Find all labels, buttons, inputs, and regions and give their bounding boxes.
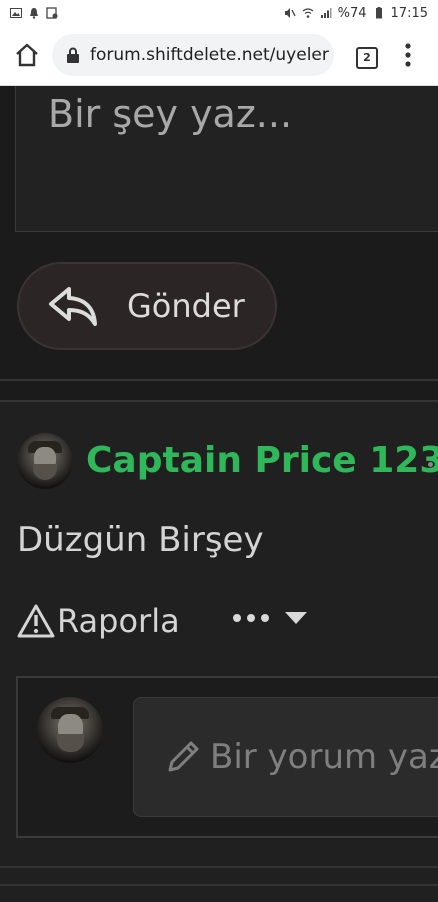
comment-input[interactable]: Bir yorum yaz... bbox=[133, 697, 438, 817]
author-name-link[interactable]: Captain Price 123 bbox=[86, 440, 438, 481]
author-avatar[interactable] bbox=[17, 433, 73, 489]
battery-percent: %74 bbox=[337, 5, 367, 21]
post-content: Düzgün Birşey bbox=[17, 520, 264, 560]
clock: 17:15 bbox=[390, 5, 428, 21]
calendar-icon bbox=[46, 7, 58, 19]
message-placeholder: Bir şey yaz... bbox=[48, 92, 293, 136]
battery-icon bbox=[375, 7, 382, 19]
status-notifications bbox=[10, 7, 58, 19]
address-bar[interactable]: forum.shiftdelete.net/uyeler bbox=[52, 34, 334, 76]
more-options-menu[interactable] bbox=[233, 612, 307, 624]
report-label: Raporla bbox=[57, 602, 180, 640]
home-icon[interactable] bbox=[14, 42, 40, 68]
section-divider bbox=[0, 866, 438, 868]
section-divider bbox=[0, 379, 438, 381]
reply-icon bbox=[49, 287, 97, 326]
chevron-down-icon bbox=[285, 612, 307, 624]
next-post bbox=[0, 884, 438, 902]
lock-icon bbox=[67, 47, 79, 63]
more-dot bbox=[261, 614, 269, 622]
image-notification-icon bbox=[10, 8, 22, 18]
separator-dot bbox=[428, 462, 433, 467]
current-user-avatar[interactable] bbox=[37, 697, 103, 763]
message-editor[interactable]: Bir şey yaz... bbox=[15, 86, 438, 232]
pencil-icon bbox=[168, 741, 199, 772]
more-dot bbox=[247, 614, 255, 622]
send-button[interactable]: Gönder bbox=[17, 262, 277, 350]
report-link[interactable]: Raporla bbox=[17, 602, 180, 640]
mute-icon bbox=[284, 8, 296, 18]
status-bar: %74 17:15 bbox=[0, 0, 438, 26]
wifi-icon bbox=[302, 8, 313, 18]
send-button-label: Gönder bbox=[127, 287, 245, 325]
tab-switcher-button[interactable]: 2 bbox=[356, 47, 378, 69]
overflow-menu-icon[interactable] bbox=[404, 42, 412, 68]
url-text: forum.shiftdelete.net/uyeler bbox=[90, 45, 329, 65]
warning-icon bbox=[17, 604, 55, 638]
signal-icon bbox=[320, 8, 332, 18]
bell-icon bbox=[30, 8, 38, 19]
comment-placeholder: Bir yorum yaz... bbox=[210, 737, 438, 777]
status-system: %74 17:15 bbox=[284, 6, 428, 21]
browser-toolbar: forum.shiftdelete.net/uyeler 2 bbox=[0, 26, 438, 86]
more-dot bbox=[233, 614, 241, 622]
